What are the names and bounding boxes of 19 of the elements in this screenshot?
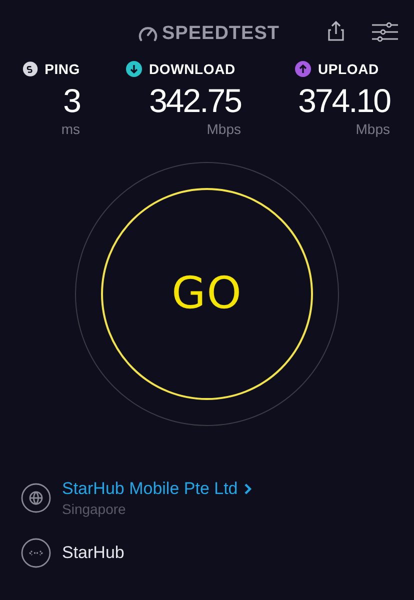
globe-icon	[21, 483, 51, 513]
settings-icon[interactable]	[372, 22, 398, 42]
speedtest-logo: SPEEDTEST	[162, 22, 280, 46]
metric-value: 342.75	[148, 81, 241, 121]
chevron-icon	[244, 483, 252, 495]
metric-label: UPLOAD	[318, 60, 379, 78]
metric-value: 374.10	[297, 81, 390, 121]
metric-unit: Mbps	[354, 121, 390, 137]
metric-value: 3	[62, 81, 80, 121]
server-link[interactable]: StarHub Mobile Pte Ltd	[62, 478, 252, 500]
go-button[interactable]: GO	[101, 188, 313, 400]
provider-name: StarHub	[62, 542, 124, 564]
share-icon[interactable]	[327, 20, 345, 42]
metric-label: PING	[44, 60, 80, 78]
metric-label: DOWNLOAD	[149, 60, 236, 78]
metric-unit: ms	[60, 121, 80, 137]
server-location: Singapore	[62, 500, 127, 518]
connection-icon	[21, 538, 51, 568]
metric-unit: Mbps	[206, 121, 241, 137]
